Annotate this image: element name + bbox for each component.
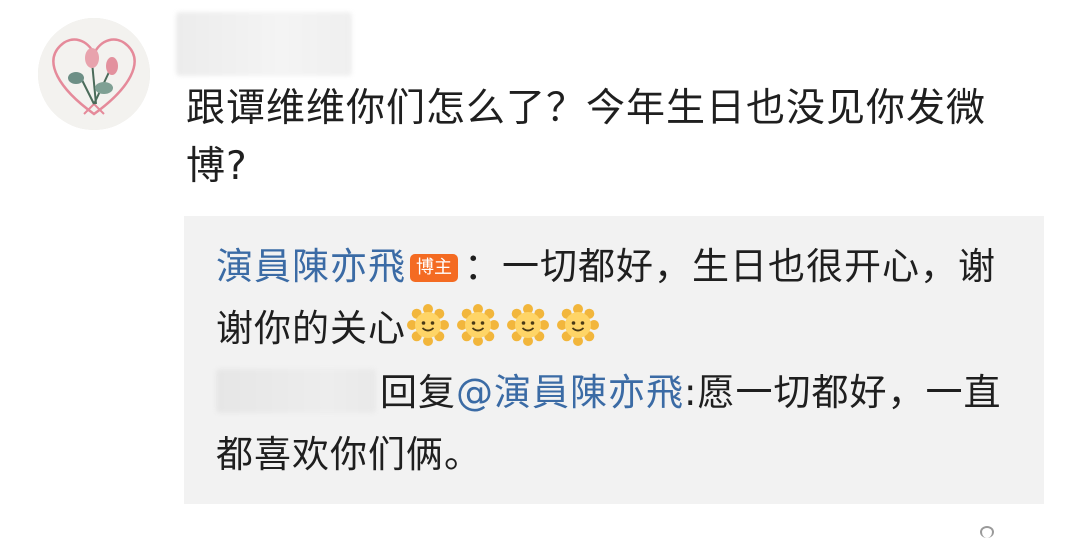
sun-smile-icon	[406, 303, 450, 347]
commenter-name-redacted[interactable]	[176, 12, 352, 76]
reply-author-link[interactable]: 演員陳亦飛	[216, 245, 406, 288]
author-reply: 演員陳亦飛 博主 ：一切都好，生日也很开心，谢谢你的关心	[216, 236, 1016, 360]
replier-name-redacted[interactable]	[216, 369, 376, 413]
sun-smile-icon	[506, 303, 550, 347]
lotus-heart-icon	[38, 18, 150, 130]
comment-text: 跟谭维维你们怎么了？今年生日也没见你发微博?	[186, 86, 987, 189]
partial-icon	[980, 526, 994, 538]
blogger-badge: 博主	[410, 254, 458, 282]
sun-smile-icon	[456, 303, 500, 347]
sub-reply: 回复@演員陳亦飛:愿一切都好，一直都喜欢你们俩。	[216, 362, 1016, 486]
commenter-avatar[interactable]	[38, 18, 150, 130]
mention-link[interactable]: @演員陳亦飛	[456, 371, 684, 414]
reply-thread[interactable]: 演員陳亦飛 博主 ：一切都好，生日也很开心，谢谢你的关心 回复@演員陳亦飛:愿一切都…	[184, 216, 1044, 504]
sun-smile-icon	[556, 303, 600, 347]
reply-verb: 回复	[380, 371, 456, 414]
